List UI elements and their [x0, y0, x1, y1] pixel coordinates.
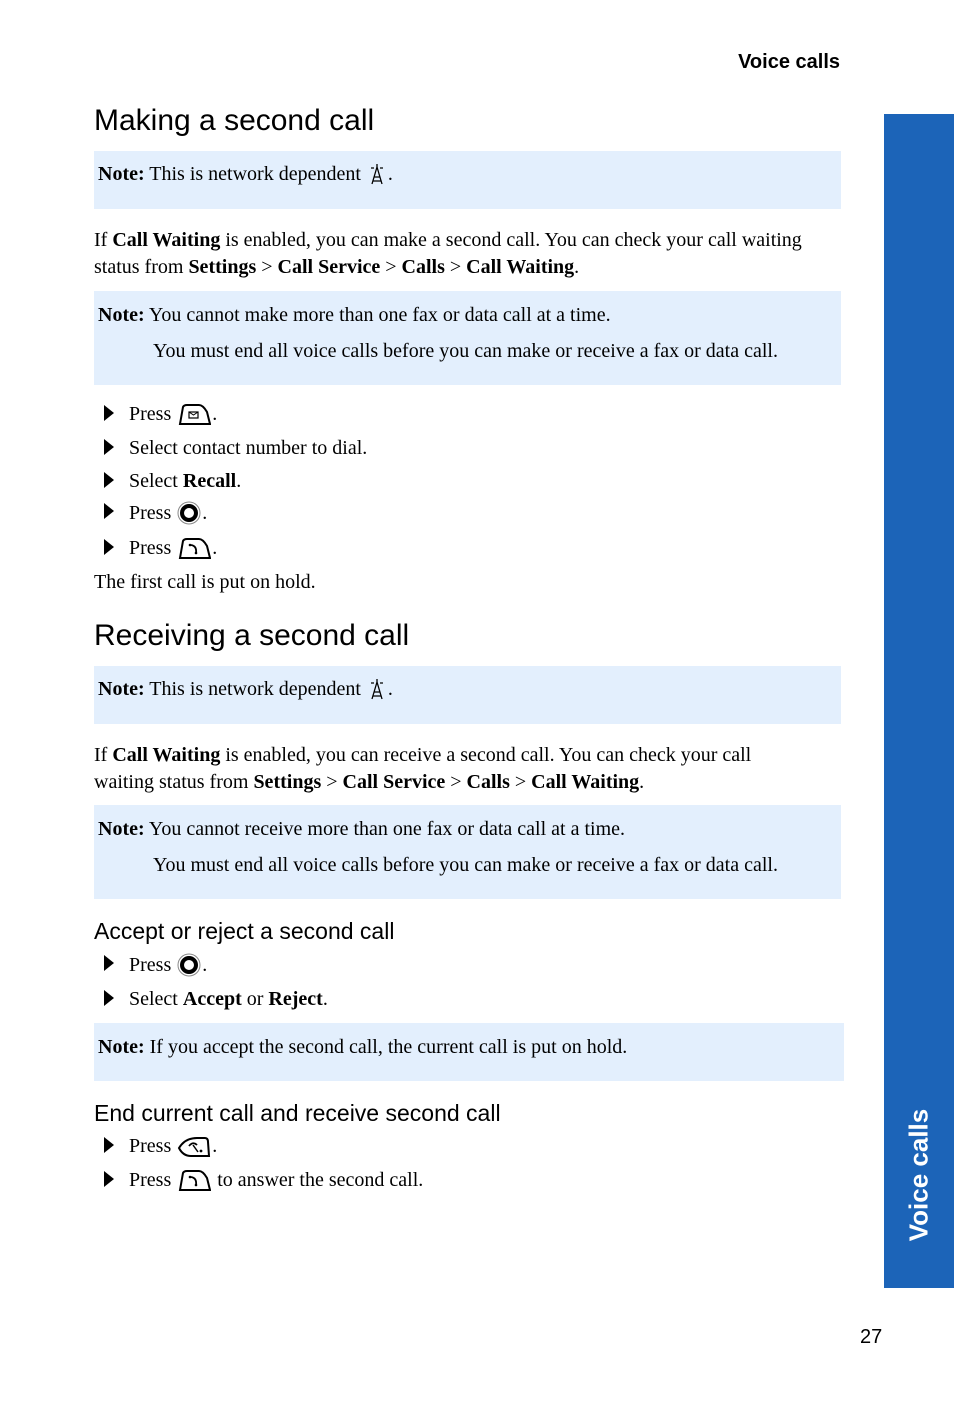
subsection-title-end-and-receive: End current call and receive second call [94, 1100, 501, 1126]
subsection-title-accept-reject: Accept or reject a second call [94, 918, 395, 944]
running-header: Voice calls [738, 51, 840, 73]
note-label: Note: [98, 163, 145, 185]
note-accept-hold: Note: If you accept the second call, the… [94, 1023, 844, 1081]
step: Press . [104, 953, 207, 977]
step: Press to answer the second call. [104, 1169, 423, 1192]
network-antenna-icon [370, 679, 383, 700]
navigation-key-icon [177, 953, 201, 977]
page-number: 27 [860, 1326, 883, 1348]
call-key-icon [179, 537, 212, 559]
note-network-dependent: Note: This is network dependent . [94, 666, 841, 724]
bullet-arrow-icon [104, 1170, 114, 1187]
navigation-key-icon [177, 501, 201, 525]
bullet-arrow-icon [104, 538, 114, 555]
bullet-arrow-icon [104, 1136, 114, 1153]
step: Press . [104, 501, 207, 525]
bullet-arrow-icon [104, 404, 114, 421]
bullet-arrow-icon [104, 438, 114, 455]
step: Press . [104, 537, 217, 560]
step: Press . [104, 403, 217, 426]
section-title-receiving-second-call: Receiving a second call [94, 619, 410, 652]
bullet-arrow-icon [104, 955, 114, 971]
bullet-arrow-icon [104, 503, 114, 519]
bullet-arrow-icon [104, 989, 114, 1006]
chapter-tab-label: Voice calls [903, 1108, 934, 1242]
intro-paragraph: If Call Waiting is enabled, you can make… [94, 229, 802, 278]
step: Select Recall. [104, 470, 241, 493]
bullet-arrow-icon [104, 471, 114, 488]
end-call-key-icon [178, 1136, 211, 1157]
intro-paragraph: If Call Waiting is enabled, you can rece… [94, 744, 752, 793]
result-text: The first call is put on hold. [94, 571, 316, 593]
note-network-dependent: Note: This is network dependent . [94, 151, 841, 209]
note-fax-data: Note: You cannot receive more than one f… [94, 805, 841, 899]
section-title-making-second-call: Making a second call [94, 104, 375, 137]
step: Select Accept or Reject. [104, 988, 328, 1011]
step: Press . [104, 1135, 217, 1158]
step: Select contact number to dial. [104, 437, 367, 460]
note-text: This is network dependent [149, 163, 361, 185]
messages-key-icon [179, 403, 212, 425]
note-fax-data: Note: You cannot make more than one fax … [94, 291, 841, 385]
network-antenna-icon [370, 164, 383, 185]
call-key-icon [179, 1169, 212, 1191]
